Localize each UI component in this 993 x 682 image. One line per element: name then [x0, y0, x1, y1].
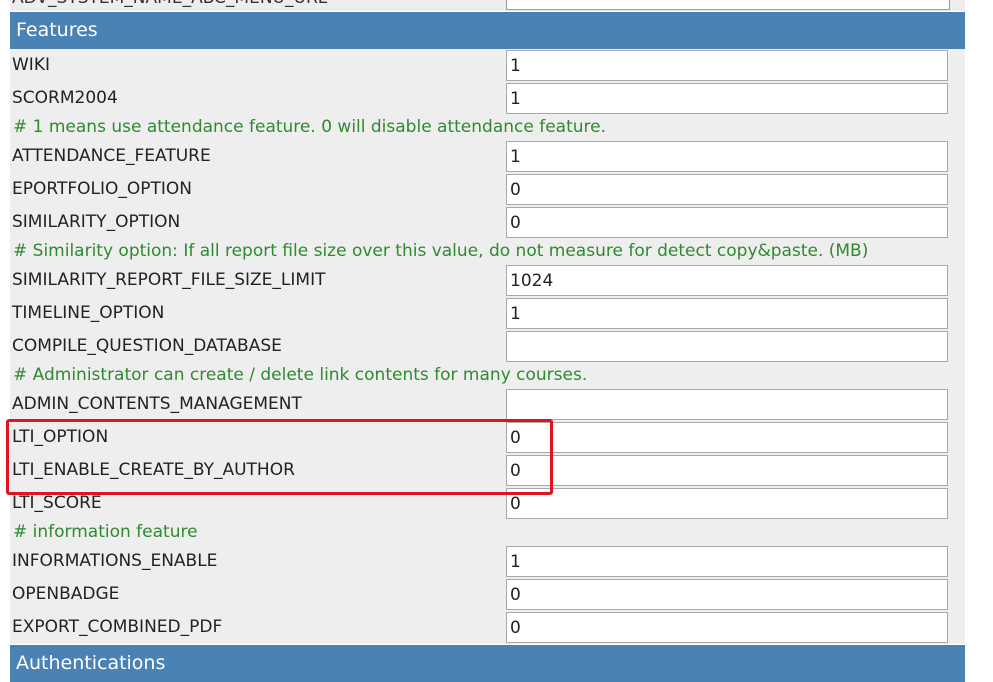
setting-key: ATTENDANCE_FEATURE	[12, 146, 211, 166]
setting-key: EPORTFOLIO_OPTION	[12, 179, 192, 199]
setting-key: EXPORT_COMBINED_PDF	[12, 617, 223, 637]
setting-value-input[interactable]	[506, 331, 948, 362]
setting-row-similarity-option: SIMILARITY_OPTION	[10, 206, 965, 239]
setting-value-input[interactable]	[506, 207, 948, 238]
setting-key: LTI_OPTION	[12, 427, 109, 447]
authentications-section-header: Authentications	[10, 645, 965, 682]
setting-row-eportfolio-option: EPORTFOLIO_OPTION	[10, 173, 965, 206]
comment-line: # Similarity option: If all report file …	[10, 239, 965, 264]
comment-line: # information feature	[10, 520, 965, 545]
setting-value-input[interactable]	[506, 50, 948, 81]
comment-line: # Administrator can create / delete link…	[10, 363, 965, 388]
setting-value-input[interactable]	[506, 389, 948, 420]
setting-value-input[interactable]	[506, 265, 948, 296]
setting-row-export-combined-pdf: EXPORT_COMBINED_PDF	[10, 611, 965, 644]
setting-key: OPENBADGE	[12, 584, 120, 604]
setting-value-input[interactable]	[506, 298, 948, 329]
setting-row-compile-question-database: COMPILE_QUESTION_DATABASE	[10, 330, 965, 363]
setting-value-input[interactable]	[506, 0, 950, 10]
setting-value-input[interactable]	[506, 488, 948, 519]
setting-value-input[interactable]	[506, 174, 948, 205]
features-section-header: Features	[10, 12, 965, 49]
setting-key: INFORMATIONS_ENABLE	[12, 551, 218, 571]
setting-key: WIKI	[12, 55, 50, 75]
setting-value-input[interactable]	[506, 141, 948, 172]
setting-value-input[interactable]	[506, 83, 948, 114]
setting-value-input[interactable]	[506, 612, 948, 643]
setting-key: SCORM2004	[12, 88, 118, 108]
setting-key: ADMIN_CONTENTS_MANAGEMENT	[12, 394, 302, 414]
setting-row-wiki: WIKI	[10, 49, 965, 82]
setting-row-openbadge: OPENBADGE	[10, 578, 965, 611]
settings-row-partial: ADV_SYSTEM_NAME_ABC_MENU_URL	[10, 0, 965, 11]
setting-key: SIMILARITY_OPTION	[12, 212, 181, 232]
setting-key: LTI_ENABLE_CREATE_BY_AUTHOR	[12, 460, 295, 480]
setting-row-scorm2004: SCORM2004	[10, 82, 965, 115]
setting-row-informations-enable: INFORMATIONS_ENABLE	[10, 545, 965, 578]
features-settings-list: WIKI SCORM2004 # 1 means use attendance fe…	[10, 49, 965, 644]
setting-key: COMPILE_QUESTION_DATABASE	[12, 336, 282, 356]
setting-row-lti-option: LTI_OPTION	[10, 421, 965, 454]
comment-line: # 1 means use attendance feature. 0 will…	[10, 115, 965, 140]
setting-key: LTI_SCORE	[12, 493, 102, 513]
setting-key: TIMELINE_OPTION	[12, 303, 165, 323]
setting-value-input[interactable]	[506, 422, 948, 453]
setting-key: SIMILARITY_REPORT_FILE_SIZE_LIMIT	[12, 270, 326, 290]
setting-row-timeline-option: TIMELINE_OPTION	[10, 297, 965, 330]
setting-row-attendance-feature: ATTENDANCE_FEATURE	[10, 140, 965, 173]
setting-row-admin-contents-management: ADMIN_CONTENTS_MANAGEMENT	[10, 388, 965, 421]
setting-row-similarity-report-file-size-limit: SIMILARITY_REPORT_FILE_SIZE_LIMIT	[10, 264, 965, 297]
setting-key: ADV_SYSTEM_NAME_ABC_MENU_URL	[12, 0, 327, 11]
setting-row-lti-score: LTI_SCORE	[10, 487, 965, 520]
setting-value-input[interactable]	[506, 579, 948, 610]
setting-value-input[interactable]	[506, 455, 948, 486]
setting-row-lti-enable-create-by-author: LTI_ENABLE_CREATE_BY_AUTHOR	[10, 454, 965, 487]
setting-value-input[interactable]	[506, 546, 948, 577]
